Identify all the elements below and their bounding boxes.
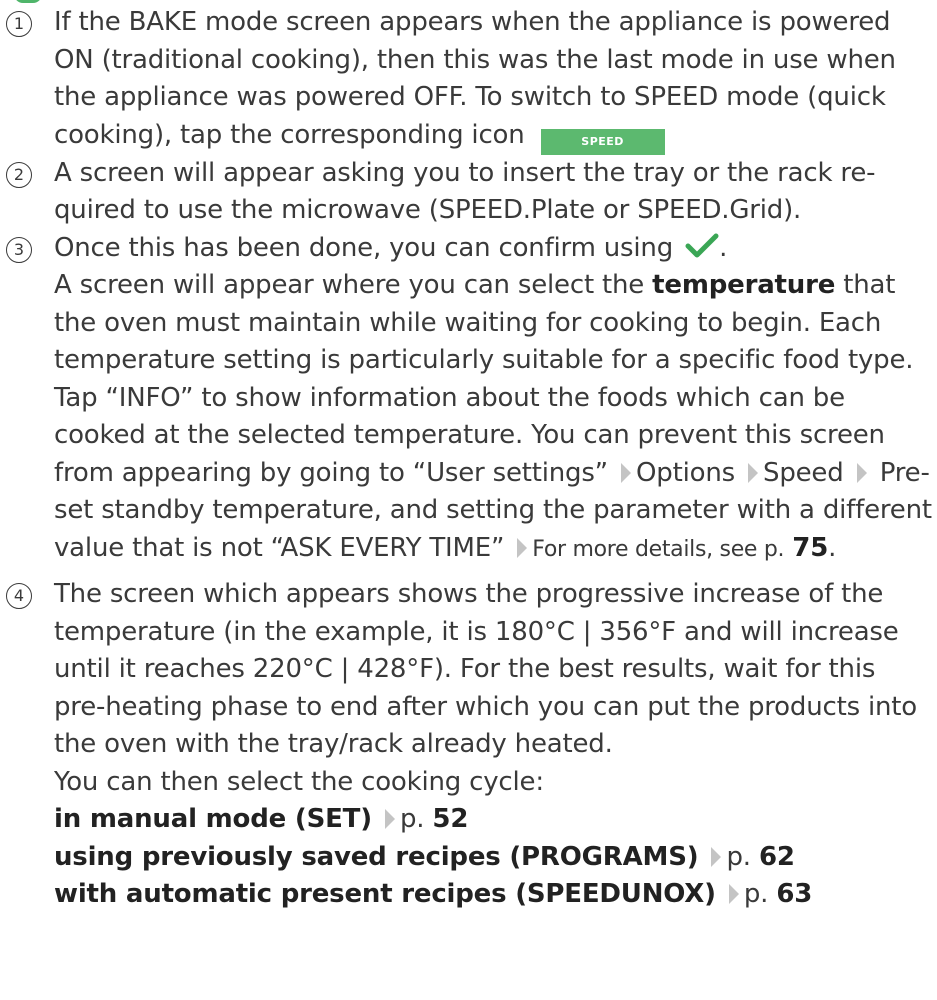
- arrow-right-icon: [517, 537, 528, 558]
- cycle-option-label: in manual mode (SET): [54, 804, 372, 834]
- arrow-right-icon: [856, 462, 867, 483]
- step-number: 2: [6, 161, 32, 188]
- cycle-option-label: using previously saved recipes (PROGRAMS…: [54, 841, 699, 872]
- page-number: 63: [776, 879, 813, 909]
- speed-mode-icon[interactable]: SPEED: [540, 128, 665, 155]
- step-text: If the BAKE mode screen appears when the…: [54, 7, 896, 150]
- punctuation: .: [828, 532, 837, 563]
- page-reference-link[interactable]: 75: [792, 533, 828, 563]
- page-prefix: p.: [399, 804, 425, 834]
- page-reference-text: For more details, see p.: [532, 536, 785, 562]
- arrow-right-icon: [711, 846, 722, 867]
- path-options: Options: [636, 457, 735, 488]
- arrow-right-icon: [728, 884, 739, 904]
- step-text: The screen which appears shows the progr…: [54, 579, 917, 759]
- step-number: 3: [6, 236, 32, 263]
- cycle-option-manual[interactable]: in manual mode (SET) p. 52: [54, 801, 934, 839]
- cycle-option-speedunox[interactable]: with automatic present recipes (SPEEDUNO…: [54, 876, 934, 914]
- step-2: 2 A screen will appear asking you to ins…: [6, 155, 934, 230]
- step-number: 1: [6, 11, 32, 37]
- step-4: 4 The screen which appears shows the pro…: [6, 576, 934, 914]
- cycle-option-label: with automatic present recipes (SPEEDUNO…: [54, 879, 716, 909]
- step-1: 1 If the BAKE mode screen appears when t…: [6, 4, 934, 155]
- page-number: 62: [758, 841, 795, 872]
- instructions: 1 If the BAKE mode screen appears when t…: [6, 4, 934, 914]
- step-text-end: .: [719, 232, 728, 263]
- step-text: A screen will appear asking you to inser…: [54, 157, 876, 226]
- checkmark-icon: [685, 233, 719, 259]
- step-number: 4: [6, 583, 32, 609]
- step-paragraph: A screen will appear where you can selec…: [54, 267, 934, 568]
- cycle-option-programs[interactable]: using previously saved recipes (PROGRAMS…: [54, 839, 934, 877]
- page-number: 52: [432, 804, 469, 834]
- step-text: Once this has been done, you can confirm…: [54, 232, 674, 263]
- arrow-right-icon: [621, 462, 632, 483]
- arrow-right-icon: [748, 462, 759, 483]
- page-prefix: p.: [726, 841, 751, 872]
- text-segment: that the oven must maintain while waitin…: [54, 270, 914, 488]
- text-segment: A screen will appear where you can selec…: [54, 270, 645, 300]
- page-prefix: p.: [743, 879, 769, 909]
- mode-indicator-pill: [14, 0, 42, 3]
- step-3: 3 Once this has been done, you can confi…: [6, 230, 934, 569]
- arrow-right-icon: [384, 809, 395, 829]
- select-cycle-text: You can then select the cooking cycle:: [54, 766, 544, 797]
- temperature-emphasis: temperature: [652, 270, 836, 300]
- path-speed: Speed: [763, 457, 844, 488]
